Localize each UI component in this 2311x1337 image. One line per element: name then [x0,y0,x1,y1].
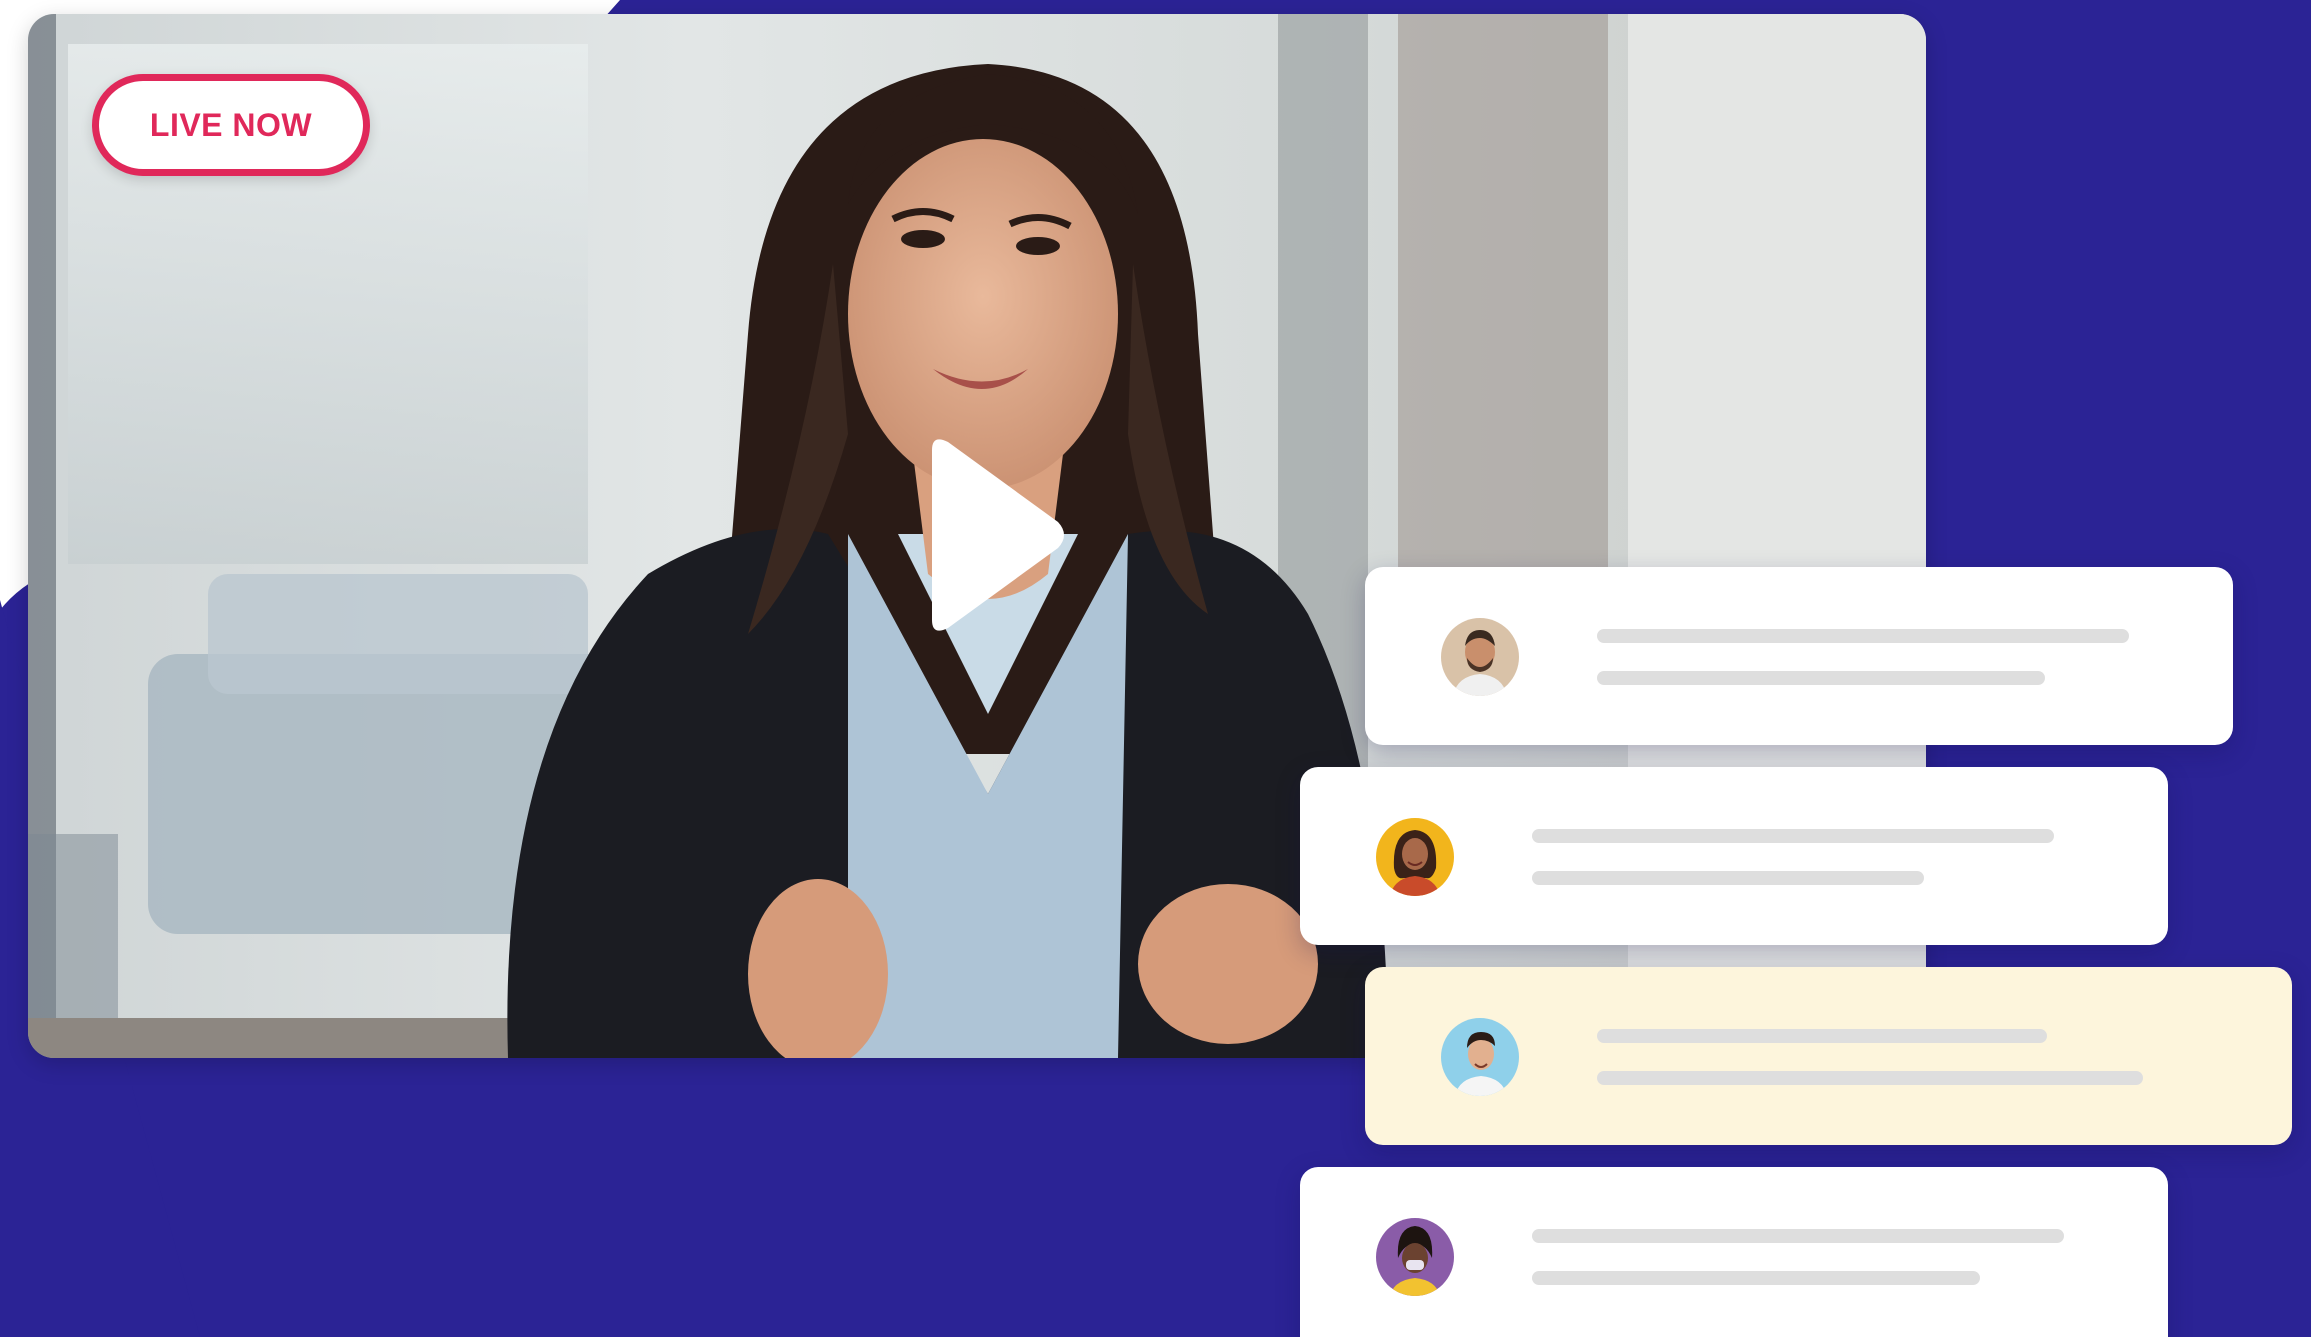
comment-card[interactable] [1365,567,2233,745]
comment-text-placeholder [1532,1271,1980,1285]
live-now-badge: LIVE NOW [92,74,370,176]
comment-card-highlighted[interactable] [1365,967,2292,1145]
comment-text-placeholder [1597,629,2129,643]
avatar-man-beard-icon [1441,618,1519,696]
play-icon[interactable] [910,430,1070,640]
avatar-man-blue-icon [1441,1018,1519,1096]
comment-text-placeholder [1532,829,2054,843]
comment-text-placeholder [1597,1029,2047,1043]
comment-text-placeholder [1532,871,1924,885]
comment-text-placeholder [1532,1229,2064,1243]
stage: LIVE NOW [0,0,2311,1337]
avatar-woman-yellow-icon [1376,818,1454,896]
comment-text-placeholder [1597,1071,2143,1085]
comment-text-placeholder [1597,671,2045,685]
comment-card[interactable] [1300,1167,2168,1337]
avatar-woman-purple-icon [1376,1218,1454,1296]
comment-card[interactable] [1300,767,2168,945]
